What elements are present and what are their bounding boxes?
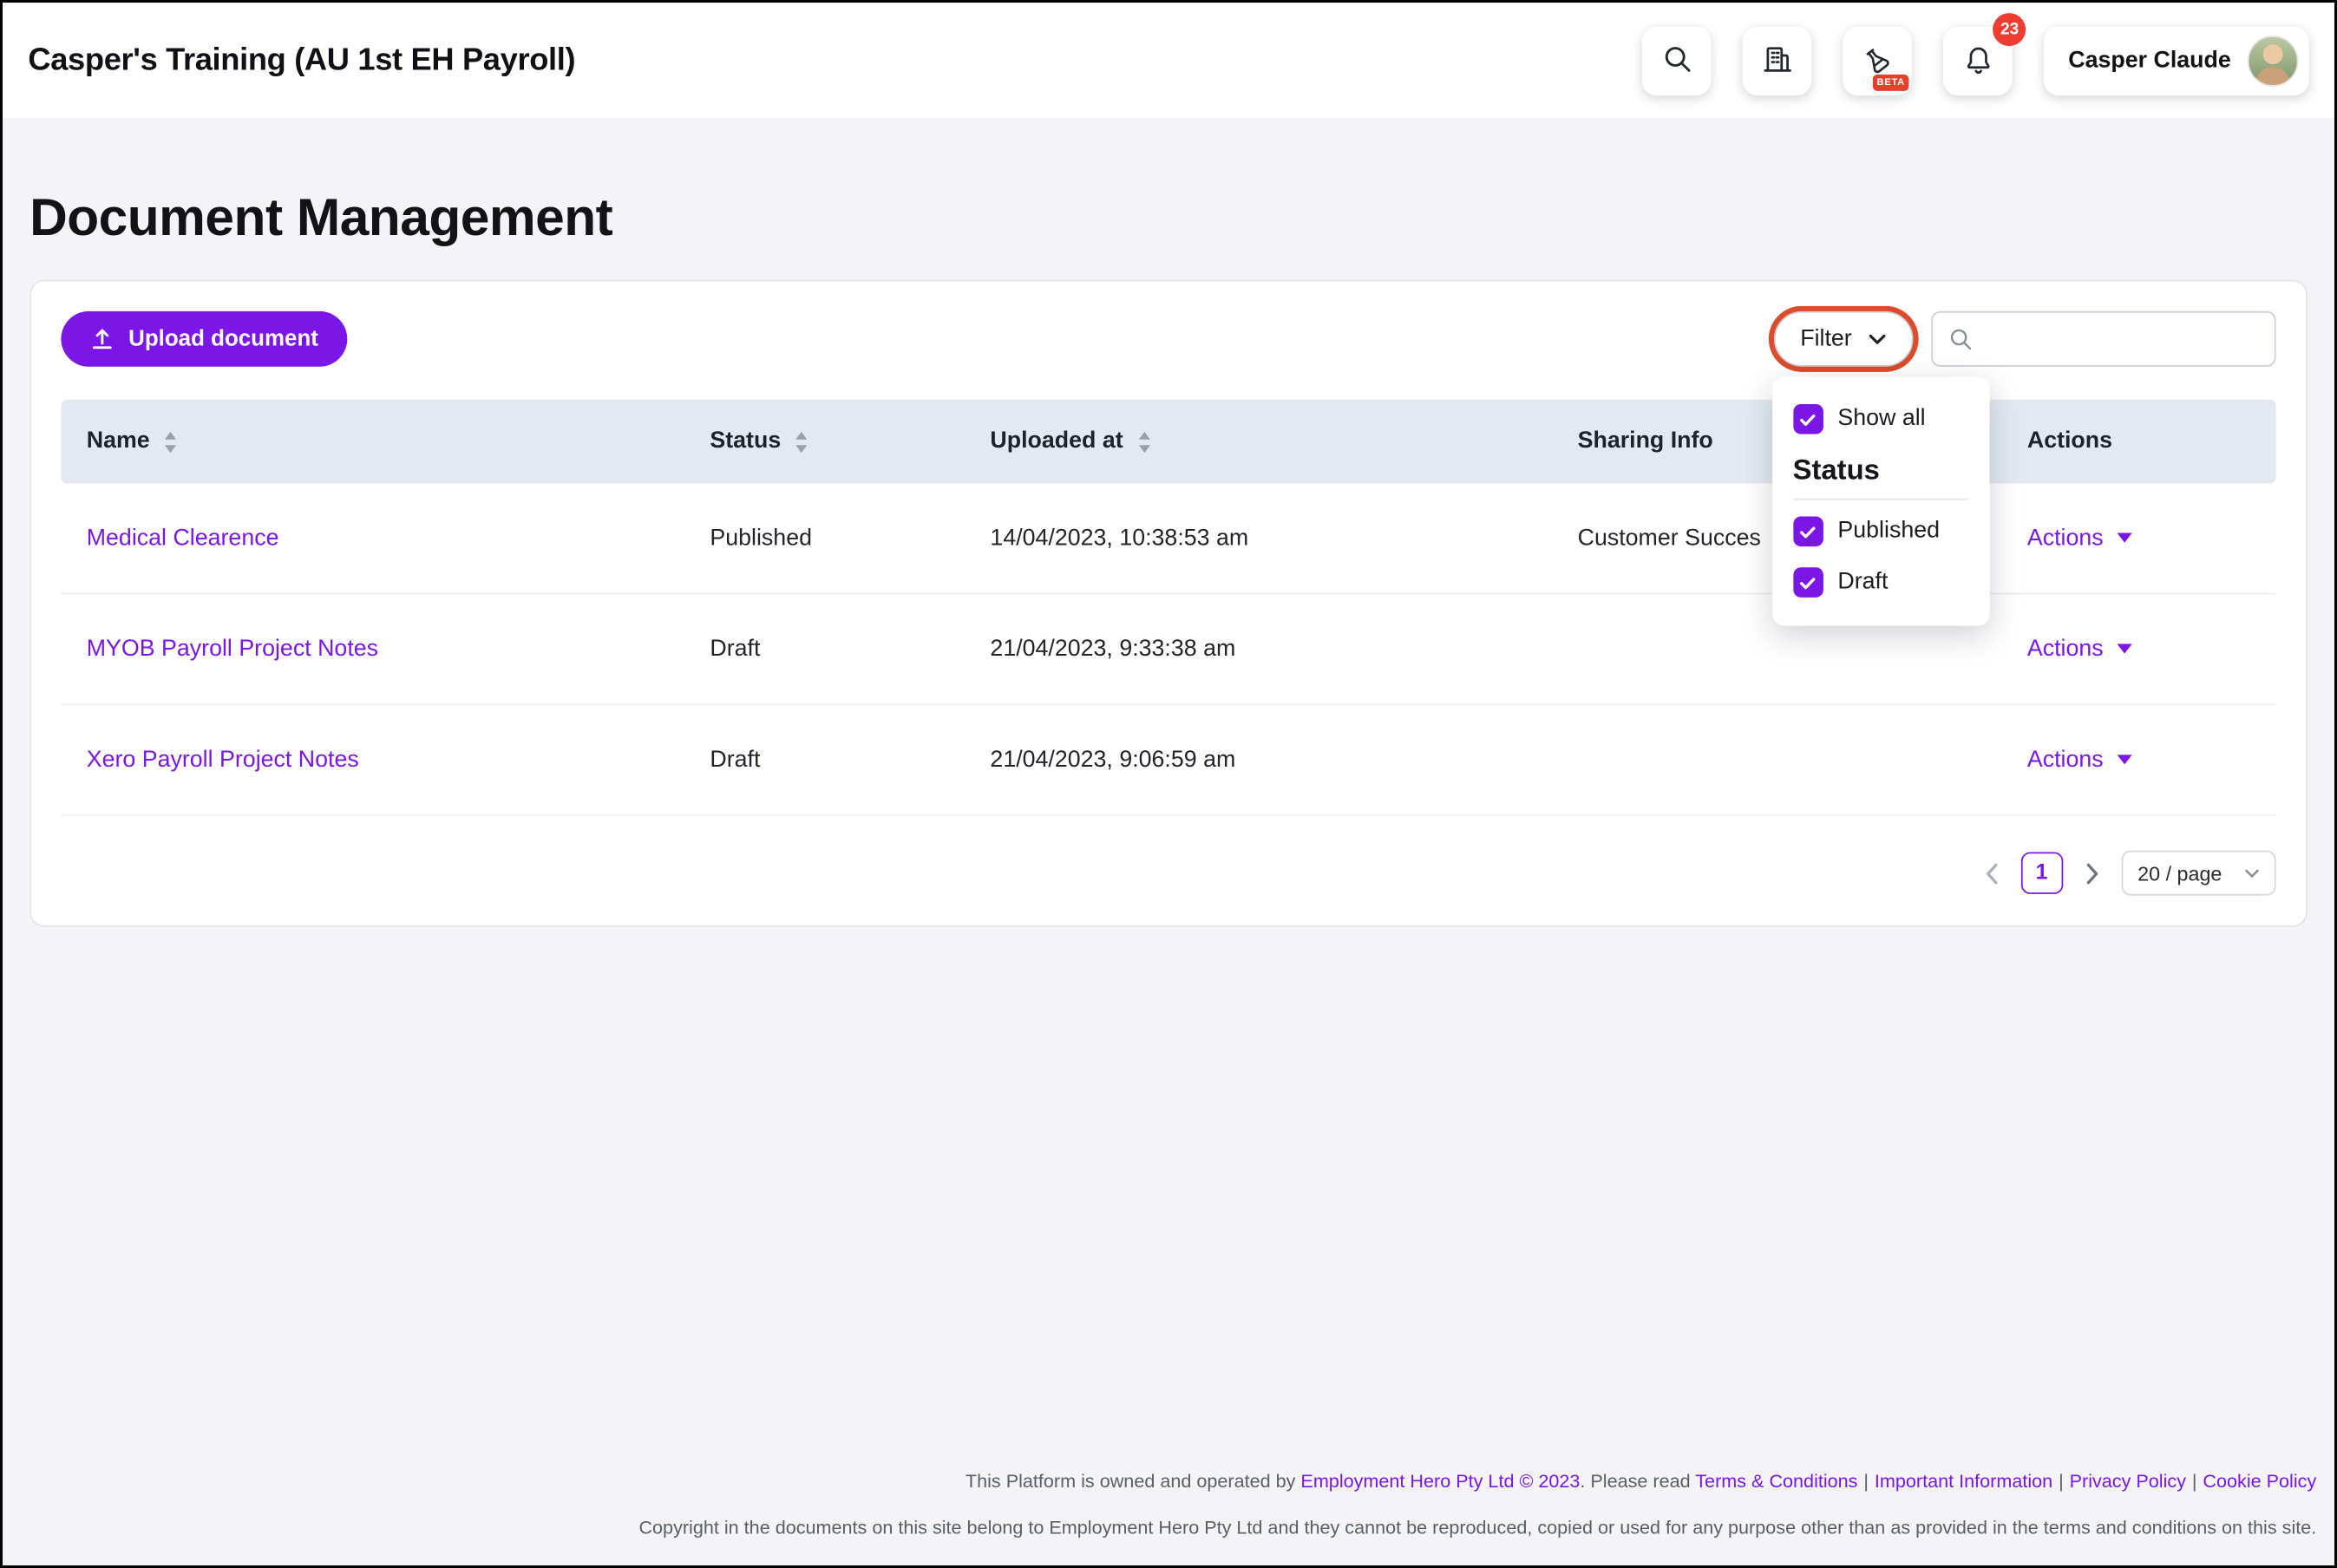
filter-option-draft[interactable]: Draft: [1793, 557, 1968, 608]
footer-separator: |: [2192, 1471, 2197, 1492]
row-actions-menu[interactable]: Actions: [2027, 636, 2276, 663]
footer: This Platform is owned and operated by E…: [3, 1471, 2334, 1539]
column-label: Sharing Info: [1578, 428, 1713, 455]
chevron-down-icon: [1869, 333, 1887, 345]
row-actions-menu[interactable]: Actions: [2027, 525, 2276, 552]
footer-link-important-information[interactable]: Important Information: [1875, 1471, 2052, 1492]
footer-line-1: This Platform is owned and operated by E…: [3, 1471, 2316, 1492]
column-header-name[interactable]: Name: [61, 428, 684, 455]
uploaded-at-cell: 21/04/2023, 9:06:59 am: [965, 747, 1552, 774]
top-bar: Casper's Training (AU 1st EH Payroll): [3, 3, 2334, 118]
filter-option-published[interactable]: Published: [1793, 506, 1968, 557]
next-page-button[interactable]: [2082, 859, 2101, 887]
notifications-button[interactable]: 23: [1944, 26, 2013, 95]
filter-option-label: Show all: [1837, 406, 1925, 433]
document-link[interactable]: MYOB Payroll Project Notes: [87, 636, 378, 661]
org-title: Casper's Training (AU 1st EH Payroll): [28, 42, 575, 78]
chevron-down-icon: [2244, 868, 2259, 879]
main-content: Document Management Upload document Filt…: [3, 188, 2334, 927]
page-title: Document Management: [29, 188, 2308, 248]
column-label: Name: [87, 428, 150, 455]
user-menu[interactable]: Casper Claude: [2045, 26, 2309, 95]
filter-button[interactable]: Filter: [1773, 311, 1913, 367]
search-button[interactable]: [1643, 26, 1712, 95]
card-toolbar: Upload document Filter: [61, 311, 2275, 367]
organisation-switcher-button[interactable]: [1743, 26, 1811, 95]
status-cell: Draft: [684, 747, 965, 774]
column-header-status[interactable]: Status: [684, 428, 965, 455]
filter-option-label: Published: [1837, 518, 1940, 545]
filter-section-title: Status: [1793, 455, 1968, 488]
uploaded-at-cell: 14/04/2023, 10:38:53 am: [965, 525, 1552, 552]
footer-separator: |: [1863, 1471, 1869, 1492]
beta-badge: BETA: [1872, 74, 1909, 90]
checkbox-checked-icon[interactable]: [1793, 517, 1823, 547]
caret-down-icon: [2117, 755, 2131, 765]
upload-icon: [89, 326, 115, 351]
notification-count-badge: 23: [1993, 12, 2026, 45]
column-label: Actions: [2027, 428, 2112, 455]
document-link[interactable]: Xero Payroll Project Notes: [87, 747, 359, 772]
column-header-actions: Actions: [2001, 428, 2275, 455]
avatar: [2248, 35, 2299, 86]
search-icon: [1661, 42, 1692, 78]
footer-text: This Platform is owned and operated by: [966, 1471, 1301, 1492]
footer-link-cookie-policy[interactable]: Cookie Policy: [2203, 1471, 2316, 1492]
sort-icon: [1136, 430, 1151, 453]
caret-down-icon: [2117, 644, 2131, 654]
footer-link-employment-hero[interactable]: Employment Hero Pty Ltd © 2023: [1300, 1471, 1580, 1492]
checkbox-checked-icon[interactable]: [1793, 567, 1823, 598]
filter-option-show-all[interactable]: Show all: [1793, 394, 1968, 445]
document-link[interactable]: Medical Clearence: [87, 525, 279, 550]
actions-label: Actions: [2027, 747, 2104, 774]
search-icon: [1948, 326, 1973, 351]
status-cell: Published: [684, 525, 965, 552]
pagination: 1 20 / page: [61, 851, 2275, 896]
toolbar-right: Filter: [1773, 311, 2275, 367]
row-actions-menu[interactable]: Actions: [2027, 747, 2276, 774]
page-size-label: 20 / page: [2137, 862, 2222, 885]
filter-option-label: Draft: [1837, 569, 1888, 596]
column-header-uploaded-at[interactable]: Uploaded at: [965, 428, 1552, 455]
chevron-left-icon: [1985, 862, 1999, 885]
upload-document-button[interactable]: Upload document: [61, 311, 346, 367]
page-size-select[interactable]: 20 / page: [2121, 851, 2275, 896]
sort-icon: [795, 430, 809, 453]
footer-link-terms[interactable]: Terms & Conditions: [1695, 1471, 1857, 1492]
document-search-box[interactable]: [1931, 311, 2275, 367]
beta-features-button[interactable]: BETA: [1843, 26, 1912, 95]
footer-line-2: Copyright in the documents on this site …: [3, 1518, 2316, 1539]
checkbox-checked-icon[interactable]: [1793, 404, 1823, 434]
bell-icon: [1962, 42, 1993, 78]
column-label: Status: [710, 428, 781, 455]
building-icon: [1762, 42, 1793, 78]
sort-icon: [163, 430, 178, 453]
topbar-actions: BETA 23 Casper Claude: [1643, 26, 2309, 95]
column-label: Uploaded at: [990, 428, 1123, 455]
actions-label: Actions: [2027, 636, 2104, 663]
caret-down-icon: [2117, 533, 2131, 544]
uploaded-at-cell: 21/04/2023, 9:33:38 am: [965, 636, 1552, 663]
screenshot-frame: Casper's Training (AU 1st EH Payroll): [0, 0, 2337, 1568]
table-row: Xero Payroll Project Notes Draft 21/04/2…: [61, 705, 2275, 816]
document-search-input[interactable]: [1985, 326, 2259, 351]
status-cell: Draft: [684, 636, 965, 663]
filter-button-label: Filter: [1800, 325, 1852, 352]
documents-card: Upload document Filter: [29, 280, 2308, 927]
filter-dropdown-panel: Show all Status Published: [1771, 377, 1988, 626]
footer-link-privacy-policy[interactable]: Privacy Policy: [2070, 1471, 2186, 1492]
footer-separator: |: [2059, 1471, 2064, 1492]
footer-text: . Please read: [1580, 1471, 1695, 1492]
divider: [1793, 499, 1968, 500]
page-number-button[interactable]: 1: [2020, 852, 2062, 893]
actions-label: Actions: [2027, 525, 2104, 552]
upload-button-label: Upload document: [128, 326, 318, 351]
user-name: Casper Claude: [2068, 47, 2231, 74]
chevron-right-icon: [2085, 862, 2099, 885]
document-management-page: Casper's Training (AU 1st EH Payroll): [3, 3, 2334, 1565]
previous-page-button[interactable]: [1981, 859, 2000, 887]
